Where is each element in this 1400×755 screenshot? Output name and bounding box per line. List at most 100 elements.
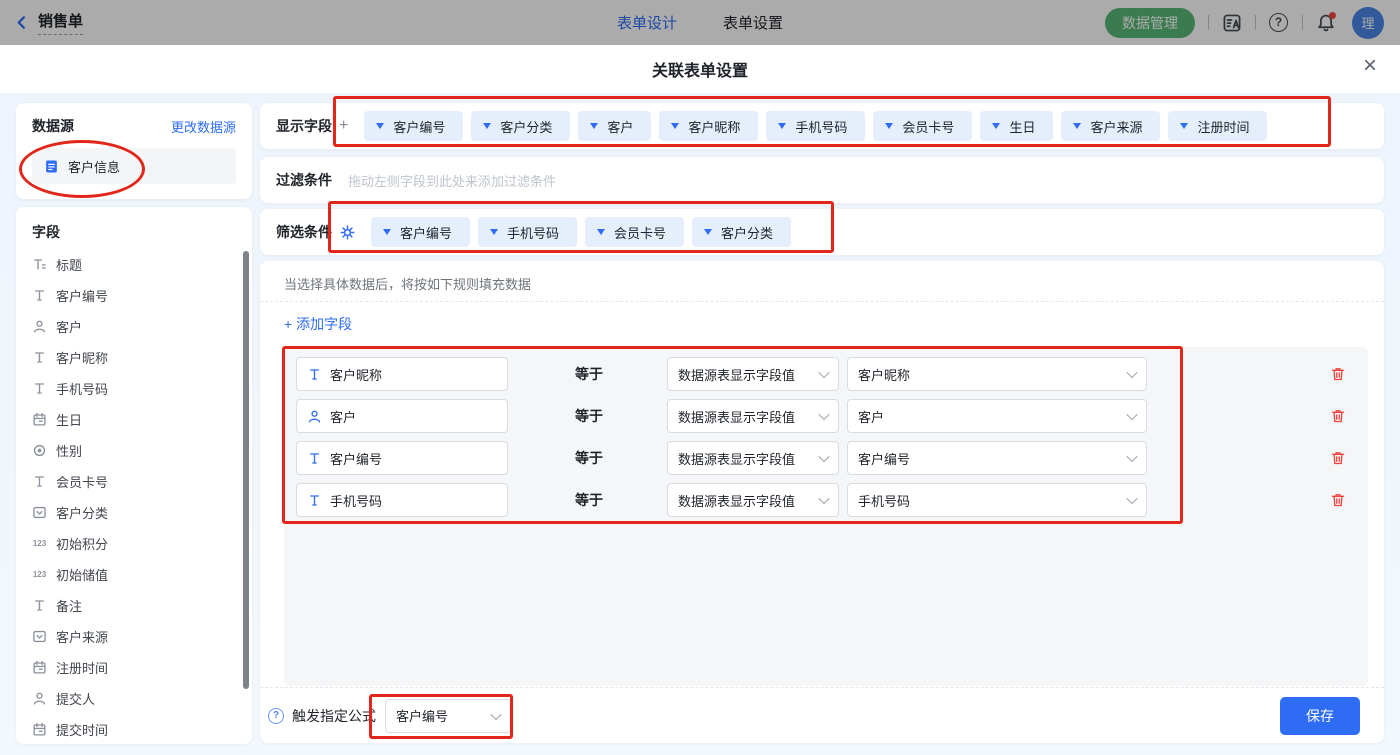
- calendar-icon: [32, 722, 47, 737]
- field-item[interactable]: 123 初始积分: [16, 528, 252, 559]
- text-icon: [32, 381, 47, 396]
- add-field-link[interactable]: + 添加字段: [284, 314, 352, 334]
- gear-icon[interactable]: [340, 225, 355, 240]
- rule-source-select[interactable]: 数据源表显示字段值: [667, 483, 839, 517]
- field-tag[interactable]: 注册时间: [1168, 111, 1267, 141]
- chevron-down-icon: [490, 708, 501, 719]
- number-icon: 123: [32, 536, 47, 551]
- rules-card: 当选择具体数据后，将按如下规则填充数据 + 添加字段 客户昵称等于数据源表显示字…: [260, 261, 1384, 743]
- field-item[interactable]: 提交人: [16, 683, 252, 714]
- avatar[interactable]: 理: [1352, 7, 1384, 39]
- rule-source-value: 数据源表显示字段值: [678, 365, 795, 384]
- rule-value-select[interactable]: 客户编号: [847, 441, 1147, 475]
- filter-label: 过滤条件: [276, 170, 332, 190]
- chevron-left-icon: [14, 15, 29, 30]
- tab-form-settings[interactable]: 表单设置: [723, 12, 783, 33]
- notification-dot: [1329, 12, 1336, 19]
- trash-icon[interactable]: [1330, 492, 1346, 508]
- rule-field-box[interactable]: 客户昵称: [296, 357, 508, 391]
- rule-field-box[interactable]: 手机号码: [296, 483, 508, 517]
- rule-value-select[interactable]: 客户: [847, 399, 1147, 433]
- field-item[interactable]: 123初始储值: [16, 559, 252, 590]
- field-tag[interactable]: 手机号码: [766, 111, 865, 141]
- display-field-tags: 客户编号 客户分类 客户客户昵称 手机号码 会员卡号 生日客户来源注册时间: [364, 111, 1267, 141]
- tab-form-design[interactable]: 表单设计: [617, 12, 677, 33]
- field-item[interactable]: 生日: [16, 404, 252, 435]
- field-item[interactable]: 客户昵称: [16, 342, 252, 373]
- filter-dropzone[interactable]: 拖动左侧字段到此处来添加过滤条件: [348, 171, 556, 190]
- rule-source-select[interactable]: 数据源表显示字段值: [667, 441, 839, 475]
- datasource-item[interactable]: 客户信息: [32, 148, 236, 184]
- save-button[interactable]: 保存: [1280, 697, 1360, 735]
- modal-title: 关联表单设置: [652, 57, 748, 81]
- rule-value: 客户: [858, 407, 884, 426]
- caret-down-icon: [778, 123, 786, 129]
- tag-label: 手机号码: [795, 117, 847, 136]
- translate-icon[interactable]: [1222, 13, 1242, 33]
- field-list: 标题客户编号客户客户昵称手机号码生日性别会员卡号客户分类 123 初始积分 123初始…: [16, 249, 252, 745]
- field-item[interactable]: 会员卡号: [16, 466, 252, 497]
- trash-icon[interactable]: [1330, 366, 1346, 382]
- field-item-label: 初始积分: [56, 534, 108, 553]
- caret-down-icon: [1073, 123, 1081, 129]
- field-tag[interactable]: 客户编号: [371, 217, 470, 247]
- caret-down-icon: [597, 229, 605, 235]
- fields-title: 字段: [16, 222, 252, 249]
- scrollbar[interactable]: [243, 251, 249, 689]
- text-icon: [32, 598, 47, 613]
- field-item[interactable]: 性别: [16, 435, 252, 466]
- bell-icon[interactable]: [1316, 13, 1336, 33]
- back-button[interactable]: 销售单: [0, 10, 83, 35]
- field-item[interactable]: 手机号码: [16, 373, 252, 404]
- field-item[interactable]: 客户: [16, 311, 252, 342]
- field-tag[interactable]: 客户来源: [1061, 111, 1160, 141]
- field-item[interactable]: 客户编号: [16, 280, 252, 311]
- question-icon[interactable]: [268, 708, 284, 724]
- field-tag[interactable]: 生日: [980, 111, 1053, 141]
- rule-field-label: 手机号码: [330, 491, 382, 510]
- rule-field-box[interactable]: 客户编号: [296, 441, 508, 475]
- tag-label: 客户分类: [500, 117, 552, 136]
- formula-select-value: 客户编号: [396, 706, 448, 725]
- field-tag[interactable]: 客户: [578, 111, 651, 141]
- field-tag[interactable]: 客户编号: [364, 111, 463, 141]
- trash-icon[interactable]: [1330, 408, 1346, 424]
- rule-source-select[interactable]: 数据源表显示字段值: [667, 357, 839, 391]
- rule-field-label: 客户昵称: [330, 365, 382, 384]
- field-item[interactable]: 标题: [16, 249, 252, 280]
- field-tag[interactable]: 会员卡号: [873, 111, 972, 141]
- rule-source-value: 数据源表显示字段值: [678, 449, 795, 468]
- rule-value-select[interactable]: 手机号码: [847, 483, 1147, 517]
- rule-source-select[interactable]: 数据源表显示字段值: [667, 399, 839, 433]
- field-tag[interactable]: 会员卡号: [585, 217, 684, 247]
- close-icon[interactable]: ×: [1363, 54, 1377, 78]
- help-icon[interactable]: [1269, 13, 1289, 33]
- field-tag[interactable]: 客户分类: [692, 217, 791, 247]
- add-display-field-button[interactable]: +: [339, 117, 348, 135]
- chevron-down-icon: [818, 367, 829, 378]
- tag-label: 会员卡号: [902, 117, 954, 136]
- text-icon: [307, 367, 322, 382]
- divider: [1302, 15, 1303, 30]
- caret-down-icon: [671, 123, 679, 129]
- select-icon: [32, 629, 47, 644]
- text-icon: [307, 451, 322, 466]
- data-manage-button[interactable]: 数据管理: [1105, 8, 1195, 38]
- calendar-icon: [32, 412, 47, 427]
- trash-icon[interactable]: [1330, 450, 1346, 466]
- field-tag[interactable]: 客户分类: [471, 111, 570, 141]
- field-item[interactable]: 注册时间: [16, 652, 252, 683]
- field-tag[interactable]: 手机号码: [478, 217, 577, 247]
- rule-field-box[interactable]: 客户: [296, 399, 508, 433]
- rule-source-value: 数据源表显示字段值: [678, 491, 795, 510]
- field-item[interactable]: 客户分类: [16, 497, 252, 528]
- field-item[interactable]: 客户来源: [16, 621, 252, 652]
- formula-select[interactable]: 客户编号: [385, 699, 511, 733]
- change-datasource-link[interactable]: 更改数据源: [171, 117, 236, 136]
- field-item[interactable]: 备注: [16, 590, 252, 621]
- rule-value-select[interactable]: 客户昵称: [847, 357, 1147, 391]
- modal-header: 关联表单设置 ×: [0, 45, 1400, 93]
- chevron-down-icon: [818, 409, 829, 420]
- field-tag[interactable]: 客户昵称: [659, 111, 758, 141]
- field-item[interactable]: 提交时间: [16, 714, 252, 745]
